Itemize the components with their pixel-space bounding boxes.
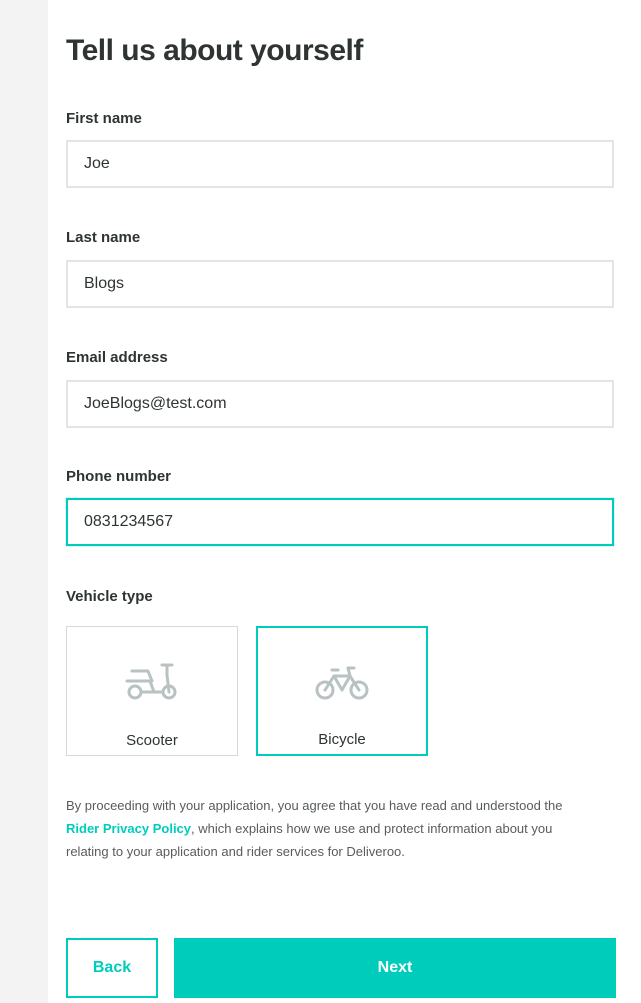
back-button[interactable]: Back — [66, 938, 158, 998]
last-name-field[interactable] — [66, 260, 614, 308]
page-title: Tell us about yourself — [66, 34, 363, 67]
first-name-label: First name — [66, 110, 142, 127]
scooter-icon — [124, 661, 180, 706]
vehicle-option-bicycle[interactable]: Bicycle — [256, 626, 428, 756]
vehicle-option-label: Scooter — [126, 732, 178, 749]
next-button[interactable]: Next — [174, 938, 616, 998]
privacy-consent-text: By proceeding with your application, you… — [66, 794, 586, 863]
rider-privacy-policy-link[interactable]: Rider Privacy Policy — [66, 821, 191, 836]
consent-prefix: By proceeding with your application, you… — [66, 798, 563, 813]
phone-label: Phone number — [66, 468, 172, 485]
email-label: Email address — [66, 349, 168, 366]
vehicle-type-label: Vehicle type — [66, 588, 153, 605]
vehicle-option-label: Bicycle — [318, 731, 366, 748]
last-name-label: Last name — [66, 229, 141, 246]
left-gutter — [0, 0, 48, 1003]
vehicle-option-scooter[interactable]: Scooter — [66, 626, 238, 756]
phone-field[interactable] — [66, 498, 614, 546]
first-name-field[interactable] — [66, 140, 614, 188]
email-field[interactable] — [66, 380, 614, 428]
bicycle-icon — [314, 662, 370, 707]
